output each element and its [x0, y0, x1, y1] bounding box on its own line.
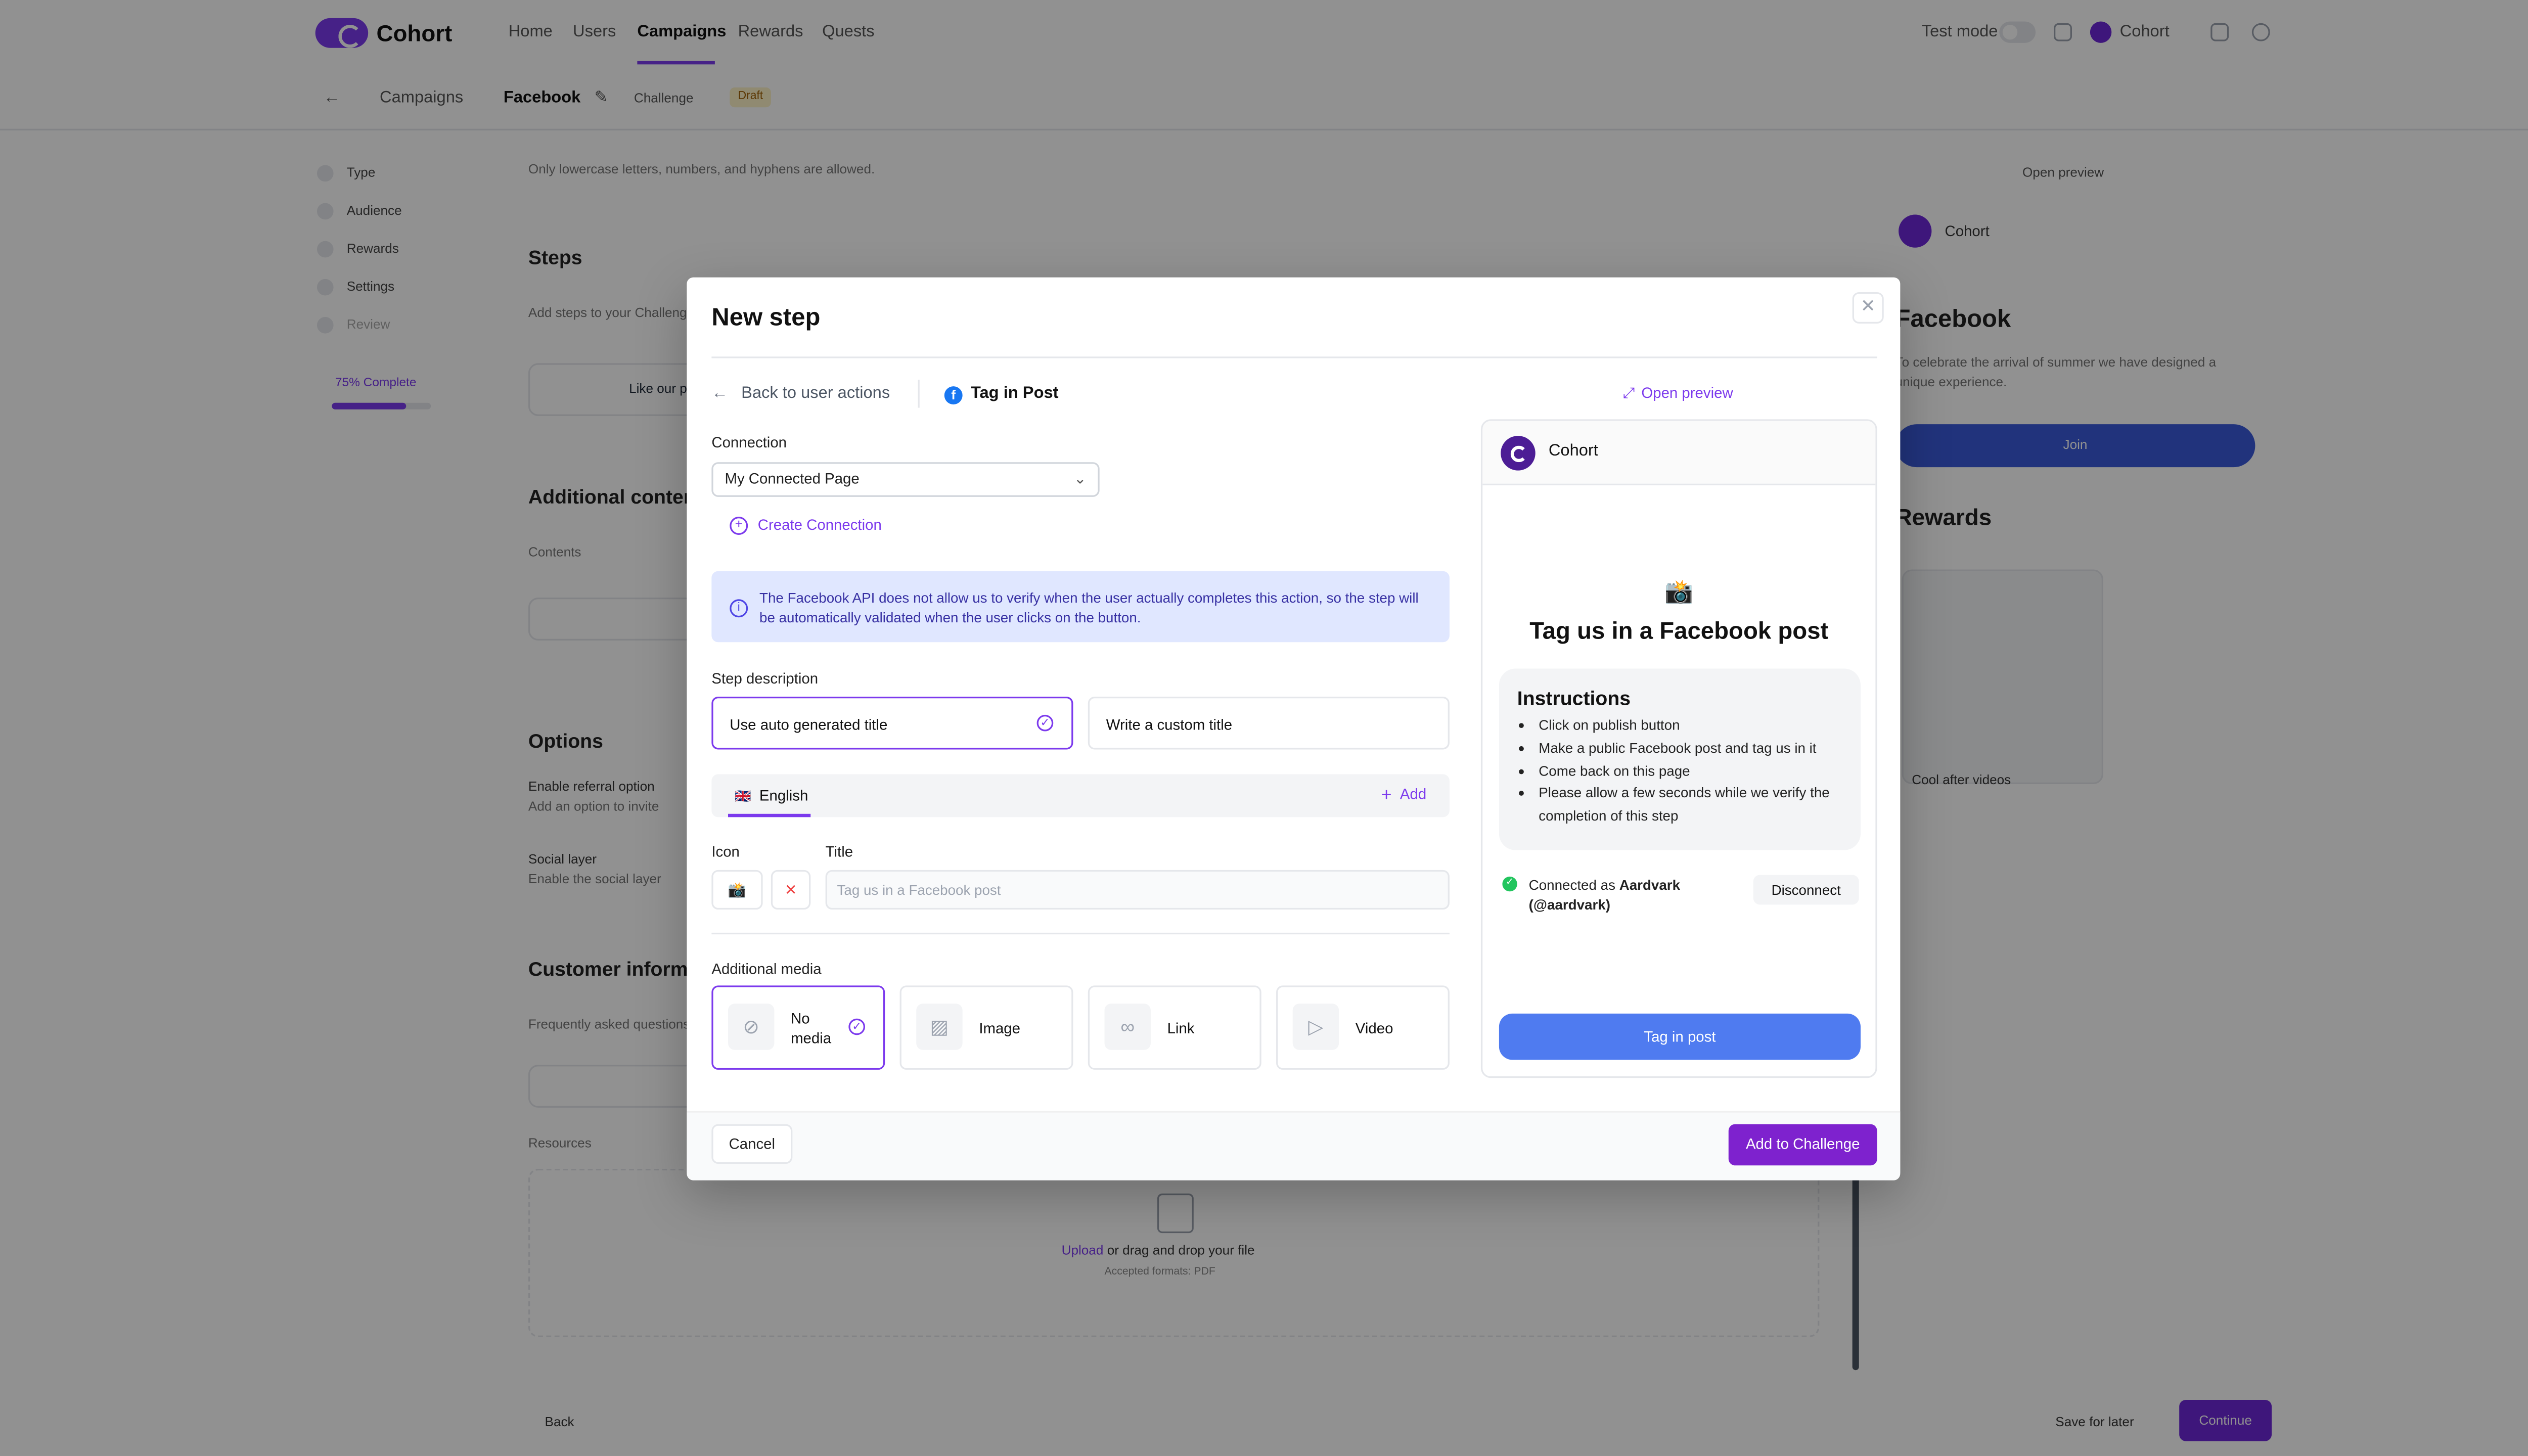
header-divider [711, 356, 1877, 358]
media-option-label: Video [1355, 1020, 1393, 1037]
back-to-user-actions-link[interactable]: ← Back to user actions [711, 385, 890, 403]
connection-select[interactable]: My Connected Page ⌄ [711, 462, 1100, 497]
instructions-list: Click on publish button Make a public Fa… [1517, 715, 1861, 829]
media-option-label: No media [791, 1010, 832, 1047]
connection-value: My Connected Page [725, 470, 860, 487]
connected-as-text: Connected as Aardvark (@aardvark) [1529, 875, 1727, 915]
camera-flash-icon: 📸 [1664, 577, 1694, 605]
language-tabs: 🇬🇧 English + Add [711, 774, 1450, 817]
arrow-left-icon: ← [711, 384, 728, 403]
step-description-label: Step description [711, 670, 819, 687]
media-option-label: Image [979, 1020, 1021, 1037]
tab-english[interactable]: 🇬🇧 English [735, 788, 808, 804]
custom-title-option[interactable]: Write a custom title [1088, 696, 1450, 750]
info-icon: i [730, 599, 748, 618]
media-option-label: Link [1167, 1020, 1195, 1037]
media-option-link[interactable]: ∞ Link [1088, 985, 1261, 1070]
instruction-item: Click on publish button [1539, 715, 1861, 738]
vertical-separator [918, 380, 920, 408]
plus-icon: + [1381, 786, 1392, 806]
modal-footer: Cancel Add to Challenge [687, 1111, 1901, 1180]
instruction-item: Come back on this page [1539, 760, 1861, 783]
check-circle-success-icon: ✓ [1502, 876, 1517, 892]
video-icon: ▷ [1292, 1004, 1339, 1050]
language-label: English [759, 787, 808, 804]
create-connection-label: Create Connection [757, 517, 882, 533]
media-option-none[interactable]: ⊘ No media ✓ [711, 985, 885, 1070]
open-preview-label: Open preview [1641, 384, 1733, 401]
expand-icon: ⤢ [1622, 384, 1635, 401]
add-language-label: Add [1400, 786, 1427, 802]
open-preview-link[interactable]: ⤢ Open preview [1623, 385, 1733, 403]
chevron-down-icon: ⌄ [1073, 470, 1087, 487]
custom-title-label: Write a custom title [1106, 716, 1233, 733]
title-input[interactable]: Tag us in a Facebook post [825, 870, 1450, 910]
instructions-card: Instructions Click on publish button Mak… [1499, 668, 1861, 850]
plus-circle-icon: + [730, 517, 748, 535]
image-icon: ▨ [916, 1004, 963, 1050]
uk-flag-icon: 🇬🇧 [735, 789, 751, 804]
step-preview: Cohort 📸 Tag us in a Facebook post Instr… [1480, 419, 1877, 1078]
ban-icon: ⊘ [728, 1004, 775, 1050]
icon-picker[interactable]: 📸 [711, 870, 763, 910]
auto-title-option[interactable]: Use auto generated title ✓ [711, 696, 1073, 750]
connected-prefix: Connected as [1528, 876, 1615, 893]
additional-media-label: Additional media [711, 961, 822, 978]
icon-label: Icon [711, 843, 740, 860]
add-to-challenge-button[interactable]: Add to Challenge [1728, 1124, 1877, 1166]
tag-in-post-button[interactable]: Tag in post [1499, 1013, 1861, 1060]
disconnect-button[interactable]: Disconnect [1753, 875, 1859, 905]
media-option-image[interactable]: ▨ Image [899, 985, 1073, 1070]
tab-active-indicator [728, 813, 811, 817]
link-icon: ∞ [1104, 1004, 1151, 1050]
instructions-heading: Instructions [1517, 687, 1631, 710]
instruction-item: Please allow a few seconds while we veri… [1539, 783, 1861, 829]
instruction-item: Make a public Facebook post and tag us i… [1539, 738, 1861, 760]
close-button[interactable]: ✕ [1852, 292, 1884, 324]
app-root: Cohort Home Users Campaigns Rewards Ques… [0, 0, 2528, 1456]
cancel-button[interactable]: Cancel [711, 1124, 793, 1164]
info-text: The Facebook API does not allow us to ve… [759, 589, 1419, 626]
connection-label: Connection [711, 434, 787, 451]
modal-title: New step [711, 303, 821, 332]
auto-title-label: Use auto generated title [730, 716, 888, 733]
back-label: Back to user actions [741, 384, 890, 403]
x-icon: ✕ [784, 881, 797, 898]
section-divider [711, 932, 1450, 935]
preview-brand: Cohort [1548, 442, 1598, 461]
cohort-logo-icon [1501, 436, 1536, 471]
check-circle-icon: ✓ [848, 1018, 866, 1035]
create-connection-link[interactable]: + Create Connection [730, 517, 882, 535]
add-language-button[interactable]: + Add [1381, 786, 1427, 805]
facebook-icon: f [944, 386, 963, 404]
action-title: Tag in Post [970, 384, 1059, 403]
media-option-video[interactable]: ▷ Video [1276, 985, 1450, 1070]
info-callout: i The Facebook API does not allow us to … [711, 571, 1450, 643]
remove-icon-button[interactable]: ✕ [771, 870, 811, 910]
preview-title: Tag us in a Facebook post [1529, 619, 1829, 646]
new-step-modal: New step ✕ ← Back to user actions f Tag i… [687, 277, 1901, 1180]
title-label: Title [825, 843, 853, 860]
preview-header: Cohort [1482, 421, 1876, 485]
close-icon: ✕ [1860, 297, 1876, 317]
check-circle-icon: ✓ [1036, 714, 1054, 732]
